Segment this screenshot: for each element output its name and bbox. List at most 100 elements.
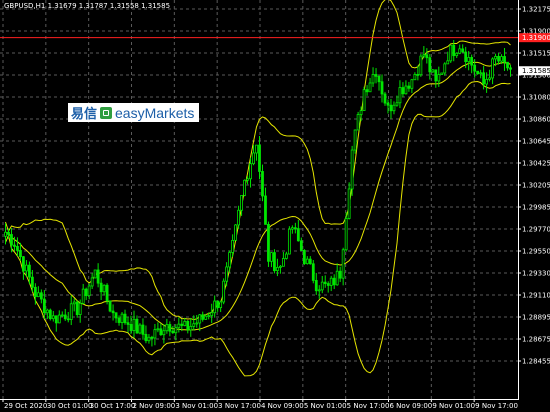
candle-body (96, 269, 100, 284)
candle-body (111, 310, 115, 314)
candle-body (338, 270, 342, 279)
candle-body (476, 70, 480, 75)
candle-body (290, 227, 294, 230)
candle-body (344, 218, 348, 251)
candle-body (246, 178, 249, 181)
candle-body (317, 289, 321, 292)
candle-body (114, 312, 118, 319)
candle-body (195, 322, 199, 325)
candle-body (270, 252, 273, 262)
candle-body (66, 318, 70, 321)
y-tick-label: 1.28895 (522, 314, 550, 322)
candle-body (48, 309, 52, 320)
candle-body (198, 314, 202, 324)
candle-body (243, 179, 246, 196)
candle-body (326, 283, 330, 286)
x-tick-label: 30 Oct 01:00 (47, 402, 93, 410)
candle-body (264, 195, 267, 225)
candle-body (255, 144, 258, 154)
candle-body (419, 55, 423, 76)
x-tick-label: 3 Nov 17:00 (218, 402, 261, 410)
candle-body (219, 301, 223, 309)
candle-body (126, 322, 130, 325)
candle-body (99, 282, 103, 293)
candle-body (467, 57, 471, 63)
candle-body (365, 89, 369, 93)
y-tick-label: 1.32175 (522, 6, 550, 14)
candle-body (329, 277, 333, 286)
chart-window[interactable]: 1.32175 1.31900 1.31515 1.31300 1.31080 1.308… (0, 0, 550, 412)
candle-body (144, 333, 148, 342)
candle-body (39, 292, 43, 300)
candle-body (503, 56, 506, 63)
candle-body (377, 75, 381, 83)
candle-body (368, 82, 372, 93)
candle-body (159, 328, 163, 336)
candle-body (13, 244, 16, 247)
candle-body (147, 336, 151, 342)
candle-body (168, 324, 172, 332)
candle-body (177, 323, 181, 329)
candle-body (410, 79, 414, 89)
candle-body (75, 301, 79, 315)
y-tick-label: 1.30860 (522, 116, 550, 124)
candle-body (500, 56, 503, 62)
candle-body (108, 300, 112, 312)
candle-body (359, 110, 363, 115)
candle-body (284, 253, 288, 259)
candle-body (216, 300, 220, 309)
candle-body (374, 74, 378, 77)
candle-body (455, 52, 459, 57)
candle-body (138, 324, 142, 334)
candle-body (10, 234, 13, 246)
candle-body (276, 267, 279, 272)
candle-body (25, 264, 28, 272)
candle-body (141, 324, 145, 335)
candle-body (273, 252, 276, 272)
candle-body (72, 301, 76, 305)
y-tick-label: 1.28675 (522, 336, 550, 344)
easymarkets-logo-icon (100, 106, 113, 119)
candle-body (470, 57, 474, 66)
price-chart[interactable]: 1.321751.319001.315151.313001.310801.308… (0, 0, 550, 412)
time-scale[interactable]: 29 Oct 2020 30 Oct 01:0030 Oct 17:002 Nov… (2, 399, 518, 410)
candle-body (443, 63, 447, 74)
x-tick-label: 9 Nov 17:00 (475, 402, 518, 410)
candle-body (171, 330, 175, 334)
candle-body (497, 55, 500, 62)
x-tick-label: 3 Nov 01:00 (175, 402, 218, 410)
candle-body (123, 313, 127, 324)
candle-body (129, 324, 133, 331)
candle-body (446, 60, 450, 65)
current-price-label: 1.31585 (522, 67, 550, 75)
y-tick-label: 1.29550 (522, 248, 550, 256)
candle-body (153, 329, 157, 339)
candle-body (401, 87, 405, 95)
candle-body (135, 318, 139, 334)
candle-body (371, 74, 375, 84)
broker-logo: 易信 easyMarkets (68, 103, 199, 122)
candle-body (87, 285, 91, 297)
candle-body (22, 256, 25, 272)
candle-body (150, 336, 154, 339)
candle-body (120, 313, 124, 323)
hline-price-label: 1.31900 (522, 34, 550, 42)
candle-body (413, 74, 417, 81)
candle-body (279, 265, 282, 268)
candle-body (180, 323, 184, 326)
candle-body (30, 276, 34, 288)
candle-body (398, 87, 402, 104)
price-scale[interactable]: 1.321751.319001.315151.313001.310801.308… (518, 6, 550, 366)
candle-body (431, 69, 435, 73)
y-tick-label: 1.29330 (522, 270, 550, 278)
candle-body (33, 286, 37, 298)
x-tick-label: 4 Nov 09:00 (261, 402, 304, 410)
candle-body (210, 312, 214, 317)
candle-body (60, 314, 64, 317)
candle-body (287, 228, 291, 255)
candle-body (356, 114, 360, 131)
candle-body (225, 266, 229, 282)
candle-body (201, 314, 205, 320)
bollinger-bands (5, 0, 511, 377)
logo-english-text: easyMarkets (115, 104, 195, 121)
